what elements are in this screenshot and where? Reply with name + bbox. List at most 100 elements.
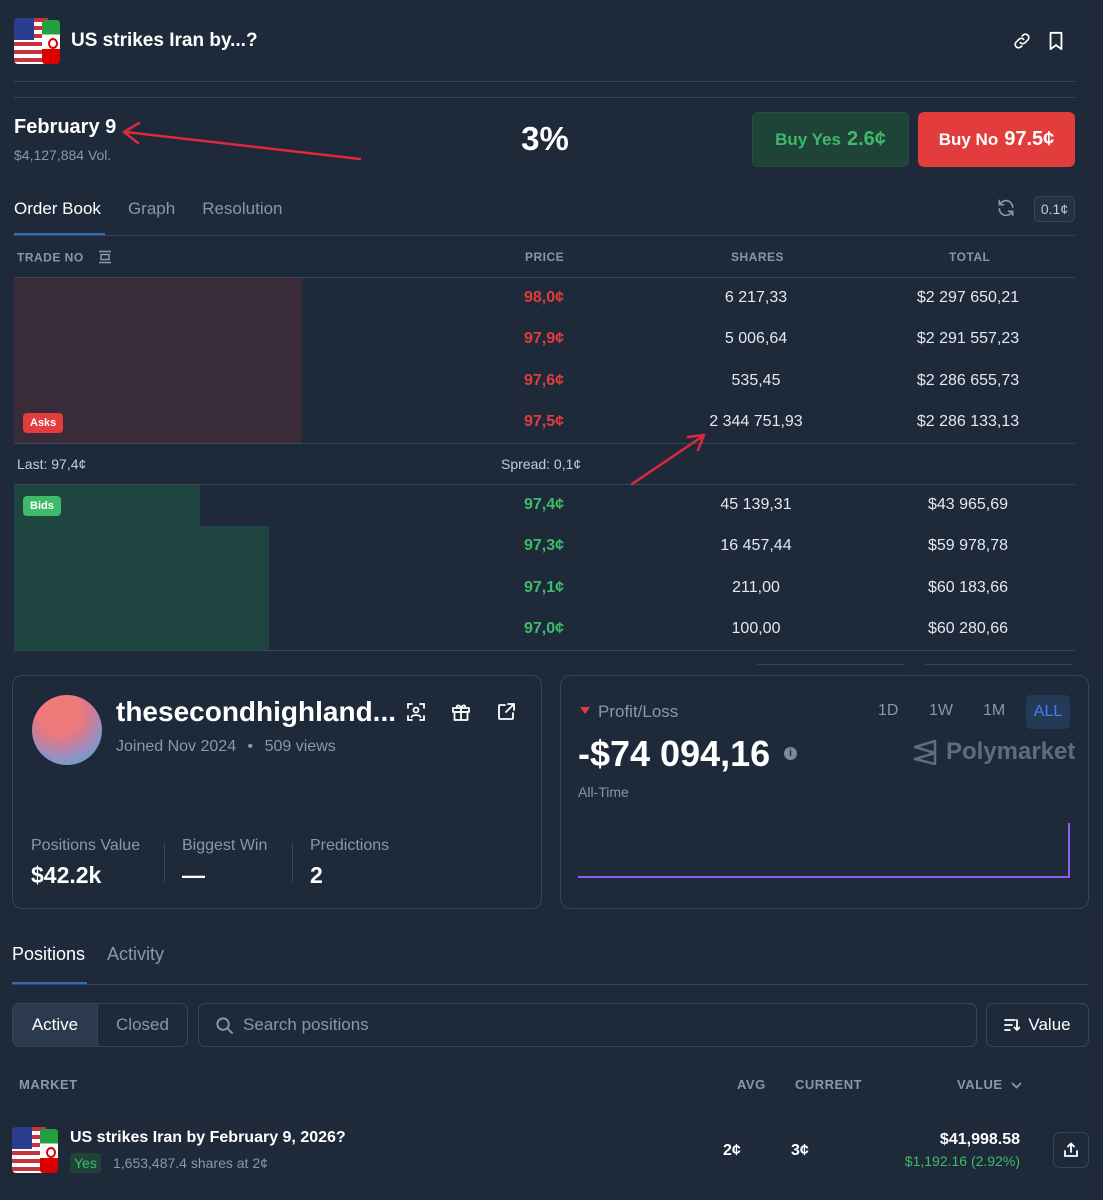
bid-price: 97,4¢ <box>523 496 565 513</box>
buy-yes-price: 2.6¢ <box>846 128 886 150</box>
bid-row[interactable]: 97,3¢ 16 457,44 $59 978,78 <box>0 526 1103 567</box>
tab-resolution[interactable]: Resolution <box>202 199 282 219</box>
tab-graph[interactable]: Graph <box>128 199 175 219</box>
tick-size-selector[interactable]: 0.1¢ <box>1034 196 1075 222</box>
column-header-total: TOTAL <box>949 250 991 264</box>
search-icon <box>216 1017 234 1035</box>
top-header: US strikes Iran by...? <box>0 0 1103 82</box>
position-market-image <box>12 1127 58 1173</box>
column-header-avg: AVG <box>737 1077 766 1092</box>
share-position-button[interactable] <box>1053 1132 1089 1168</box>
bid-price: 97,3¢ <box>523 537 565 554</box>
range-1w[interactable]: 1W <box>929 702 953 728</box>
filter-active-button[interactable]: Active <box>13 1004 98 1046</box>
filter-closed-button[interactable]: Closed <box>98 1004 187 1046</box>
gift-icon[interactable] <box>451 702 471 722</box>
market-flag-image <box>14 18 60 64</box>
tab-activity[interactable]: Activity <box>107 944 164 965</box>
divider <box>757 664 904 665</box>
bid-price: 97,1¢ <box>523 579 565 596</box>
buy-no-label: Buy No <box>938 129 999 149</box>
polymarket-icon <box>913 739 937 766</box>
refresh-icon[interactable] <box>996 198 1020 222</box>
column-header-value[interactable]: VALUE <box>957 1077 1022 1092</box>
ask-row[interactable]: 97,5¢ 2 344 751,93 $2 286 133,13 <box>0 402 1103 443</box>
polymarket-wordmark: Polymarket <box>946 738 1076 765</box>
position-status-toggle: Active Closed <box>12 1003 188 1047</box>
avatar[interactable] <box>32 695 102 765</box>
profile-joined: Joined Nov 2024 • 509 views <box>116 738 336 756</box>
bid-row[interactable]: 97,4¢ 45 139,31 $43 965,69 <box>0 485 1103 526</box>
bid-row[interactable]: 97,1¢ 211,00 $60 183,66 <box>0 568 1103 609</box>
buy-no-button[interactable]: Buy No 97.5¢ <box>918 112 1075 167</box>
positions-tabs: Positions Activity <box>12 944 164 965</box>
order-book-bottom-divider <box>14 650 1075 651</box>
stat-divider <box>292 842 293 882</box>
outcome-badge: Yes <box>70 1153 101 1173</box>
last-price: Last: 97,4¢ <box>17 456 87 472</box>
external-link-icon[interactable] <box>496 702 516 722</box>
bid-total: $43 965,69 <box>927 496 1009 513</box>
bid-row[interactable]: 97,0¢ 100,00 $60 280,66 <box>0 609 1103 650</box>
column-header-price: PRICE <box>525 250 565 264</box>
range-1d[interactable]: 1D <box>878 702 898 728</box>
tab-order-book[interactable]: Order Book <box>14 199 101 219</box>
bid-total: $59 978,78 <box>927 537 1009 554</box>
buy-no-price: 97.5¢ <box>1004 128 1055 150</box>
divider <box>925 664 1072 665</box>
spread-divider-top <box>14 443 1075 444</box>
spread-value: Spread: 0,1¢ <box>501 456 582 472</box>
positions-tabs-divider <box>12 984 1089 985</box>
header-divider <box>14 97 1075 98</box>
ask-shares: 2 344 751,93 <box>709 413 803 430</box>
stat-divider <box>164 842 165 882</box>
column-header-current: CURRENT <box>795 1077 863 1092</box>
bookmark-icon[interactable] <box>1044 29 1068 53</box>
ask-total: $2 291 557,23 <box>916 330 1020 347</box>
position-market-title[interactable]: US strikes Iran by February 9, 2026? <box>70 1129 346 1147</box>
search-input[interactable] <box>243 1004 963 1046</box>
separator-dot: • <box>247 738 254 755</box>
search-box <box>198 1003 977 1047</box>
range-1m[interactable]: 1M <box>983 702 1005 728</box>
bid-price: 97,0¢ <box>523 620 565 637</box>
stat-predictions: 2 <box>310 862 323 888</box>
ask-total: $2 286 133,13 <box>916 413 1020 430</box>
stat-positions-value: $42.2k <box>31 862 102 888</box>
stat-predictions-label: Predictions <box>310 837 390 854</box>
market-date: February 9 <box>14 116 117 138</box>
sort-label: Value <box>1028 1015 1071 1034</box>
market-title: US strikes Iran by...? <box>71 30 258 51</box>
trade-header-label: TRADE NO <box>17 250 84 265</box>
stat-biggest-win: — <box>182 862 205 888</box>
ask-price: 98,0¢ <box>523 289 565 306</box>
down-caret-icon <box>580 707 590 714</box>
ask-shares: 6 217,33 <box>724 289 788 306</box>
ask-price: 97,5¢ <box>523 413 565 430</box>
info-icon[interactable]: i <box>784 747 797 760</box>
joined-date: Joined Nov 2024 <box>116 738 237 755</box>
chevron-down-icon <box>1011 1082 1022 1089</box>
polymarket-logo: Polymarket <box>912 738 1075 766</box>
position-change: $1,192.16 (2.92%) <box>904 1153 1020 1169</box>
ask-row[interactable]: 97,6¢ 535,45 $2 286 655,73 <box>0 361 1103 402</box>
column-header-trade: TRADE NO <box>17 250 112 267</box>
buy-yes-button[interactable]: Buy Yes 2.6¢ <box>752 112 909 167</box>
bid-shares: 100,00 <box>731 620 781 637</box>
tab-positions[interactable]: Positions <box>12 944 85 965</box>
range-all[interactable]: ALL <box>1026 695 1070 729</box>
collapse-icon[interactable] <box>98 250 112 267</box>
scan-qr-icon[interactable] <box>406 702 426 722</box>
view-count: 509 views <box>264 738 336 755</box>
ask-row[interactable]: 98,0¢ 6 217,33 $2 297 650,21 <box>0 278 1103 319</box>
link-icon[interactable] <box>1010 29 1034 53</box>
bid-shares: 45 139,31 <box>720 496 792 513</box>
position-value: $41,998.58 <box>939 1131 1020 1148</box>
buy-yes-label: Buy Yes <box>775 129 841 149</box>
pnl-sparkline <box>578 823 1070 878</box>
ask-row[interactable]: 97,9¢ 5 006,64 $2 291 557,23 <box>0 319 1103 360</box>
ask-price: 97,6¢ <box>523 372 565 389</box>
sort-button[interactable]: Value <box>986 1003 1089 1047</box>
ask-total: $2 297 650,21 <box>916 289 1020 306</box>
stat-biggest-win-label: Biggest Win <box>182 837 268 854</box>
